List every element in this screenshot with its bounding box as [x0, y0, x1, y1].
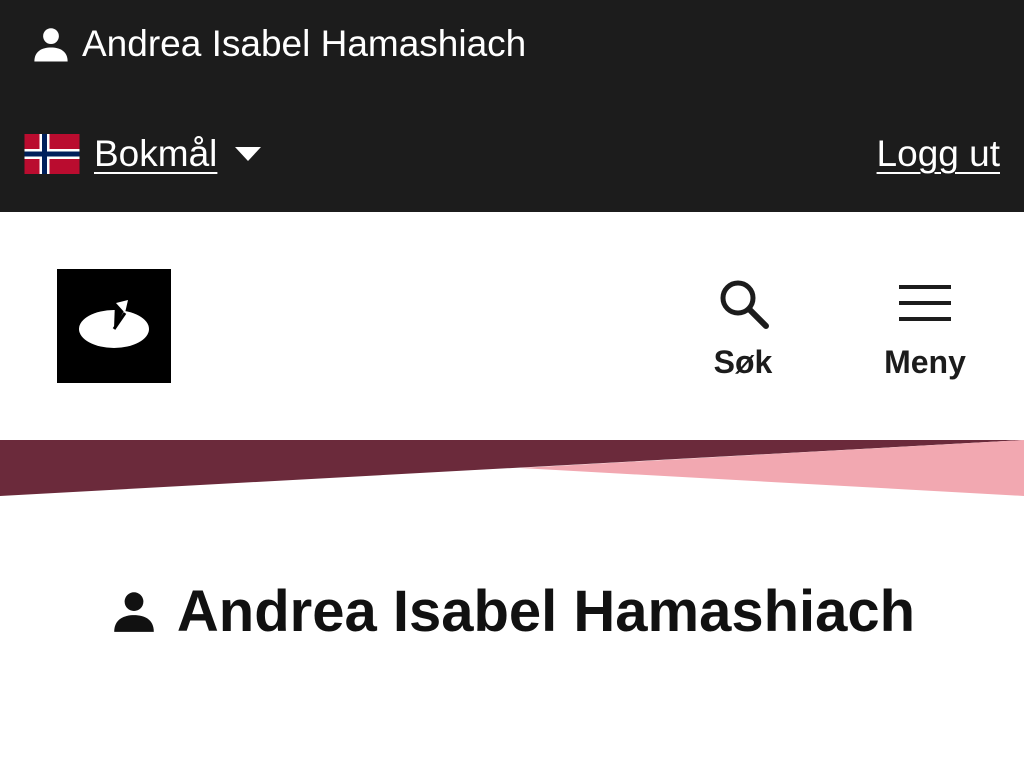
site-header: Søk Meny	[0, 212, 1024, 440]
logout-link[interactable]: Logg ut	[877, 130, 1000, 178]
language-label: Bokmål	[94, 133, 218, 174]
logo-mark-icon	[79, 300, 149, 348]
site-logo[interactable]	[57, 269, 171, 383]
search-button[interactable]: Søk	[700, 276, 786, 381]
search-label: Søk	[713, 344, 773, 380]
caret-down-icon	[235, 147, 262, 161]
top-bar: Andrea Isabel Hamashiach Bokmål Logg ut	[0, 0, 1024, 212]
user-name: Andrea Isabel Hamashiach	[82, 23, 527, 64]
person-icon	[114, 592, 154, 632]
page-heading: Andrea Isabel Hamashiach	[176, 578, 916, 644]
menu-button[interactable]: Meny	[870, 276, 980, 381]
menu-label: Meny	[884, 344, 966, 380]
page-title: Andrea Isabel Hamashiach	[0, 575, 1024, 647]
decorative-band	[0, 440, 1024, 500]
hamburger-icon	[899, 285, 951, 321]
language-selector[interactable]: Bokmål	[24, 130, 262, 178]
search-icon	[720, 280, 769, 329]
user-info: Andrea Isabel Hamashiach	[30, 22, 526, 66]
norway-flag-icon	[24, 134, 80, 174]
person-icon	[34, 28, 68, 62]
